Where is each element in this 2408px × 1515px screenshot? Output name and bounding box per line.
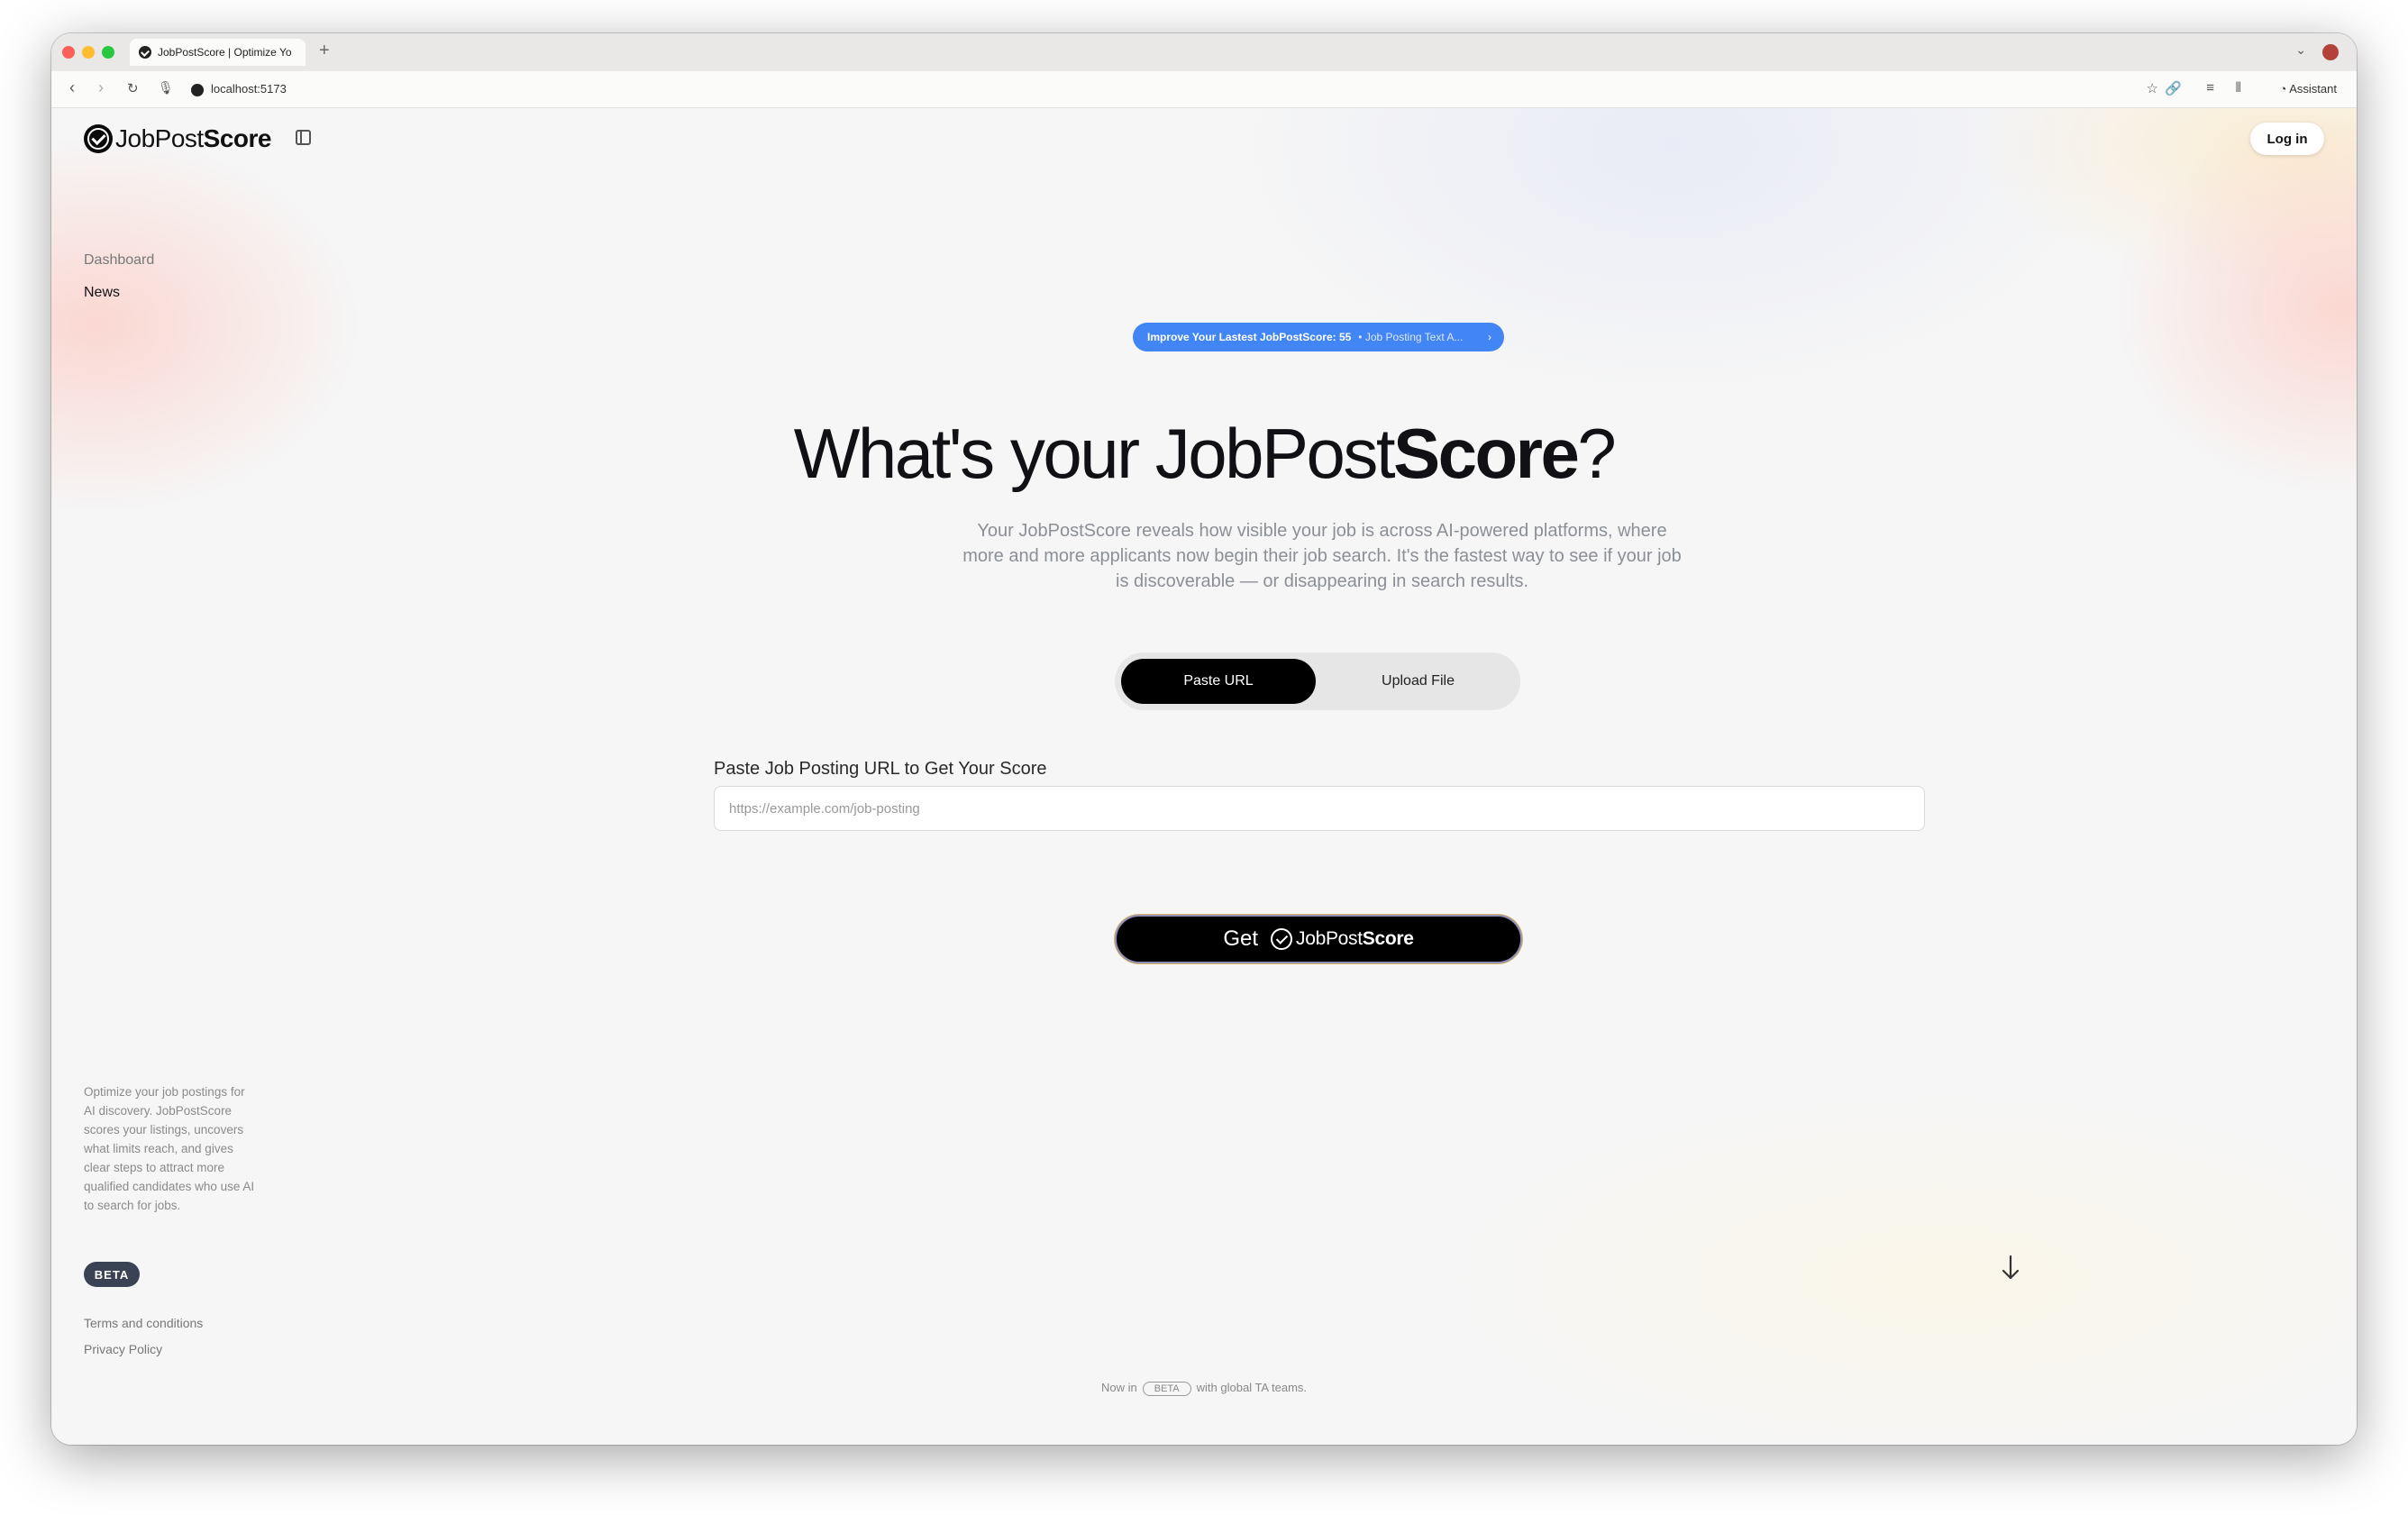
- browser-window: JobPostScore | Optimize Yo + ⌄ ‹ › ↻ 🎙 l…: [51, 33, 2357, 1445]
- page-content: JobPostScore Log in Dashboard News Optim…: [51, 108, 2357, 1445]
- logo-text: JobPostScore: [115, 124, 272, 152]
- beta-badge: BETA: [84, 1262, 140, 1287]
- footer-beta-badge: BETA: [1142, 1382, 1191, 1396]
- new-tab-button[interactable]: +: [319, 41, 330, 61]
- link-icon[interactable]: 🔗: [2165, 80, 2182, 96]
- arrow-down-icon[interactable]: [2000, 1255, 2021, 1282]
- maximize-window-button[interactable]: [102, 46, 114, 59]
- cta-logo-check-icon: [1271, 928, 1293, 950]
- job-url-input[interactable]: [714, 786, 1925, 831]
- sidebar-item-news[interactable]: News: [84, 285, 120, 301]
- chevron-right-icon: ›: [1488, 331, 1491, 343]
- assistant-label: Assistant: [2289, 82, 2337, 96]
- forward-icon[interactable]: ›: [98, 78, 104, 97]
- sidebar-toggle-icon[interactable]: [296, 130, 311, 145]
- latest-score-banner[interactable]: Improve Your Lastest JobPostScore: 55 • …: [1133, 323, 1504, 351]
- terms-link[interactable]: Terms and conditions: [84, 1316, 203, 1330]
- tab-favicon-icon: [139, 46, 151, 59]
- back-icon[interactable]: ‹: [69, 78, 75, 97]
- url-text[interactable]: localhost:5173: [211, 82, 287, 96]
- hero-description: Your JobPostScore reveals how visible yo…: [962, 521, 1682, 591]
- banner-subtext: • Job Posting Text A...: [1358, 331, 1464, 343]
- tab-bar: JobPostScore | Optimize Yo + ⌄: [51, 33, 2357, 71]
- site-favicon-icon: [191, 84, 204, 96]
- audio-wave-icon[interactable]: ⦀: [2235, 80, 2241, 96]
- tab-title: JobPostScore | Optimize Yo: [158, 46, 292, 59]
- microphone-icon[interactable]: 🎙: [158, 80, 174, 96]
- reload-icon[interactable]: ↻: [127, 80, 139, 96]
- cta-brand: JobPostScore: [1296, 928, 1414, 949]
- sidebar-description: Optimize your job postings for AI discov…: [84, 1085, 255, 1212]
- logo-check-icon: [84, 124, 113, 153]
- footer-note: Now in BETA with global TA teams.: [1100, 1381, 1308, 1396]
- brand-logo[interactable]: JobPostScore: [84, 124, 272, 153]
- tab-list-chevron-icon[interactable]: ⌄: [2295, 42, 2306, 58]
- minimize-window-button[interactable]: [82, 46, 95, 59]
- cta-get-label: Get: [1223, 926, 1259, 951]
- bookmark-star-icon[interactable]: ☆: [2147, 80, 2158, 96]
- page-title: What's your JobPostScore?: [793, 414, 1617, 493]
- banner-text: Improve Your Lastest JobPostScore: 55: [1147, 331, 1352, 343]
- url-field-label: Paste Job Posting URL to Get Your Score: [714, 759, 1047, 779]
- reader-list-icon[interactable]: ≡: [2206, 80, 2214, 96]
- active-tab[interactable]: JobPostScore | Optimize Yo: [130, 39, 306, 66]
- input-mode-toggle: Paste URL Upload File: [1115, 653, 1520, 710]
- address-bar: ‹ › ↻ 🎙 localhost:5173 ☆ 🔗 ≡ ⦀ ◔ Assista…: [51, 71, 2357, 108]
- privacy-link[interactable]: Privacy Policy: [84, 1342, 162, 1356]
- get-score-button[interactable]: Get JobPostScore: [1115, 915, 1522, 963]
- profile-avatar[interactable]: [2322, 44, 2339, 60]
- assistant-button[interactable]: ◔ Assistant: [2280, 82, 2338, 96]
- sidebar-item-dashboard[interactable]: Dashboard: [84, 252, 154, 269]
- login-button[interactable]: Log in: [2250, 123, 2324, 155]
- tab-upload-file[interactable]: Upload File: [1322, 659, 1514, 704]
- close-window-button[interactable]: [62, 46, 75, 59]
- tab-paste-url[interactable]: Paste URL: [1121, 659, 1316, 704]
